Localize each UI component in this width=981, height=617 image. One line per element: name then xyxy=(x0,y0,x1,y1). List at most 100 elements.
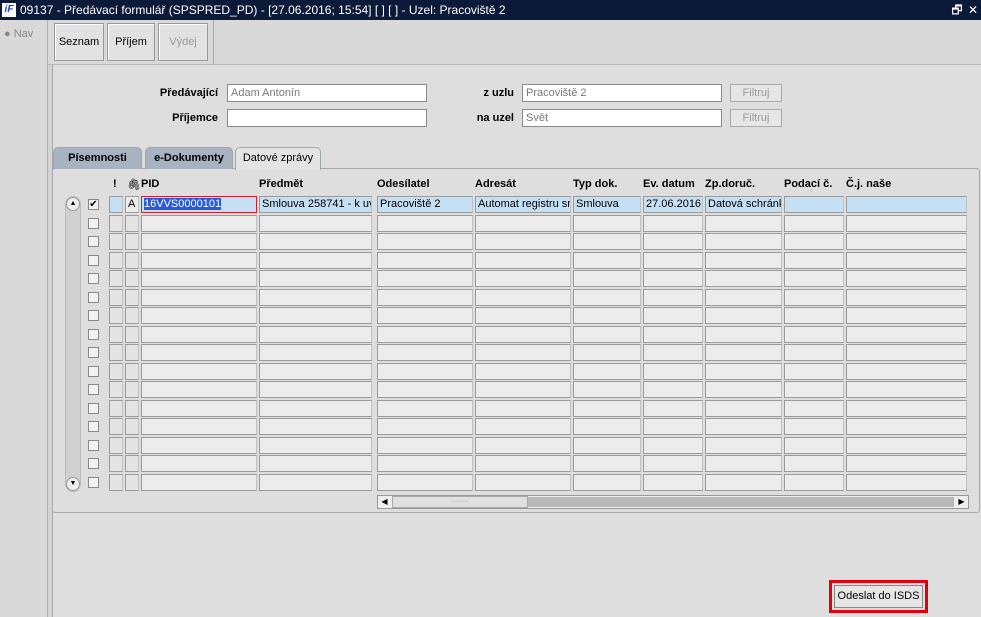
grid-cell[interactable] xyxy=(125,455,139,472)
column-header[interactable]: PID xyxy=(141,178,159,190)
grid-cell[interactable] xyxy=(643,344,703,361)
grid-cell[interactable] xyxy=(259,399,372,417)
grid-cell[interactable] xyxy=(643,362,703,380)
grid-cell[interactable] xyxy=(377,381,473,398)
nav-toggle[interactable]: ● Nav xyxy=(4,28,33,40)
row-checkbox[interactable] xyxy=(88,254,99,266)
row-checkbox[interactable] xyxy=(88,476,99,488)
grid-cell[interactable] xyxy=(109,288,123,306)
grid-cell[interactable] xyxy=(846,196,967,213)
grid-cell[interactable] xyxy=(846,418,967,435)
column-header[interactable]: Podací č. xyxy=(784,178,832,190)
grid-cell[interactable] xyxy=(784,325,844,343)
grid-cell[interactable] xyxy=(377,418,473,435)
grid-cell[interactable] xyxy=(846,270,967,287)
vydej-button[interactable]: Výdej xyxy=(158,23,208,61)
grid-cell[interactable] xyxy=(125,307,139,324)
grid-cell[interactable] xyxy=(846,473,967,491)
prijemce-input[interactable] xyxy=(227,109,427,127)
grid-cell[interactable] xyxy=(377,362,473,380)
grid-cell[interactable] xyxy=(573,362,641,380)
row-checkbox[interactable] xyxy=(88,273,99,284)
grid-cell[interactable] xyxy=(475,436,571,454)
grid-cell[interactable] xyxy=(109,214,123,232)
grid-cell[interactable] xyxy=(259,344,372,361)
grid-cell[interactable] xyxy=(784,288,844,306)
grid-cell[interactable]: A xyxy=(125,196,139,213)
grid-cell[interactable] xyxy=(141,436,257,454)
grid-cell[interactable] xyxy=(784,307,844,324)
grid-cell[interactable] xyxy=(109,362,123,380)
grid-cell[interactable] xyxy=(705,344,782,361)
grid-cell[interactable] xyxy=(784,196,844,213)
grid-cell[interactable] xyxy=(573,399,641,417)
attachment-header-icon[interactable]: 🖇 xyxy=(127,178,141,191)
grid-cell[interactable] xyxy=(573,455,641,472)
grid-cell[interactable]: 27.06.2016 xyxy=(643,196,703,213)
grid-cell[interactable] xyxy=(475,344,571,361)
grid-cell[interactable] xyxy=(573,325,641,343)
grid-cell[interactable] xyxy=(377,288,473,306)
row-checkbox[interactable]: ✔ xyxy=(88,199,99,210)
grid-cell[interactable] xyxy=(643,473,703,491)
grid-cell[interactable] xyxy=(109,307,123,324)
grid-cell[interactable] xyxy=(109,455,123,472)
filtruj-z-uzlu-button[interactable]: Filtruj xyxy=(730,84,782,102)
grid-cell[interactable] xyxy=(141,418,257,435)
grid-cell[interactable] xyxy=(141,381,257,398)
grid-cell[interactable] xyxy=(643,418,703,435)
grid-cell[interactable] xyxy=(573,270,641,287)
grid-cell[interactable] xyxy=(475,418,571,435)
grid-cell[interactable] xyxy=(259,418,372,435)
row-checkbox[interactable] xyxy=(88,384,99,395)
grid-cell[interactable] xyxy=(846,381,967,398)
grid-cell[interactable] xyxy=(705,455,782,472)
grid-cell[interactable]: Pracoviště 2 xyxy=(377,196,473,213)
grid-cell[interactable] xyxy=(643,381,703,398)
row-checkbox[interactable] xyxy=(88,291,99,303)
close-button[interactable]: ✕ xyxy=(966,2,980,18)
row-checkbox[interactable] xyxy=(88,439,99,451)
grid-cell[interactable] xyxy=(705,399,782,417)
grid-cell[interactable] xyxy=(259,270,372,287)
grid-cell[interactable] xyxy=(141,288,257,306)
grid-cell[interactable] xyxy=(259,325,372,343)
grid-cell[interactable] xyxy=(125,233,139,250)
grid-cell[interactable] xyxy=(475,307,571,324)
grid-cell[interactable] xyxy=(377,455,473,472)
grid-cell[interactable] xyxy=(643,455,703,472)
grid-cell[interactable]: Smlouva xyxy=(573,196,641,213)
row-checkbox[interactable] xyxy=(88,236,99,247)
grid-cell[interactable] xyxy=(377,251,473,269)
grid-cell[interactable] xyxy=(259,251,372,269)
grid-cell[interactable] xyxy=(705,251,782,269)
grid-cell[interactable] xyxy=(377,214,473,232)
grid-cell[interactable] xyxy=(784,233,844,250)
grid-cell[interactable] xyxy=(846,251,967,269)
grid-cell[interactable] xyxy=(141,251,257,269)
tab-e-dokumenty[interactable]: e-Dokumenty xyxy=(145,147,233,169)
grid-cell[interactable] xyxy=(475,381,571,398)
scroll-right-icon[interactable]: ▶ xyxy=(955,496,968,508)
grid-cell[interactable] xyxy=(784,455,844,472)
grid-cell[interactable] xyxy=(573,436,641,454)
grid-cell[interactable] xyxy=(377,436,473,454)
restore-button[interactable]: 🗗 xyxy=(950,2,964,18)
column-header[interactable]: Adresát xyxy=(475,178,516,190)
grid-cell[interactable] xyxy=(705,362,782,380)
grid-cell[interactable] xyxy=(846,214,967,232)
grid-cell[interactable] xyxy=(573,251,641,269)
column-header[interactable]: Odesílatel xyxy=(377,178,430,190)
grid-cell[interactable] xyxy=(377,307,473,324)
grid-cell[interactable] xyxy=(377,344,473,361)
grid-cell[interactable] xyxy=(475,325,571,343)
grid-cell[interactable] xyxy=(109,196,123,213)
grid-cell[interactable] xyxy=(377,233,473,250)
grid-cell[interactable] xyxy=(573,233,641,250)
grid-cell[interactable] xyxy=(125,325,139,343)
grid-cell[interactable] xyxy=(109,233,123,250)
grid-cell[interactable] xyxy=(784,214,844,232)
grid-cell[interactable] xyxy=(475,455,571,472)
grid-cell[interactable] xyxy=(125,214,139,232)
grid-cell[interactable] xyxy=(643,214,703,232)
